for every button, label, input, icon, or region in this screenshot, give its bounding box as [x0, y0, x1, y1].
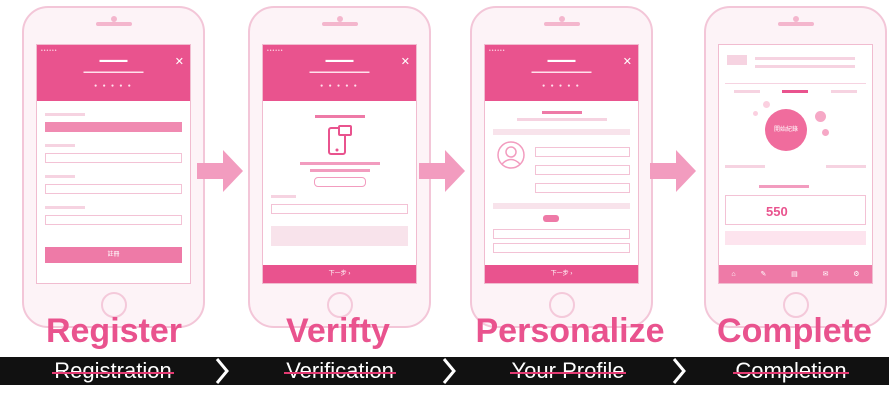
bubble	[763, 101, 770, 108]
avatar-icon[interactable]	[497, 141, 525, 169]
close-icon[interactable]: ✕	[401, 55, 410, 68]
phone-verify: •••••• ▬▬▬▬ ✕ ▬▬▬▬▬▬▬▬▬▬▬▬ ● ● ● ● ● 下一步…	[248, 6, 431, 328]
birthday-field[interactable]	[535, 183, 630, 193]
name-field[interactable]	[535, 147, 630, 157]
gender-row[interactable]	[493, 215, 630, 223]
arrow-icon	[419, 150, 465, 192]
last-record-card[interactable]: 550	[725, 195, 866, 225]
speaker	[95, 22, 132, 26]
resend-button[interactable]	[313, 177, 366, 187]
home-icon[interactable]: ⌂	[731, 271, 735, 278]
tab[interactable]	[782, 90, 809, 93]
next-button[interactable]: 下一步 ›	[263, 265, 416, 283]
phone-icon	[327, 125, 352, 155]
tab[interactable]	[734, 90, 761, 93]
verify-button[interactable]	[271, 226, 408, 246]
nickname-field[interactable]	[535, 165, 630, 175]
profile-screen: •••••• ▬▬▬▬ ✕ ▬▬▬▬▬▬▬▬▬▬▬▬ ● ● ● ● ● 下一步…	[484, 44, 639, 284]
close-icon[interactable]: ✕	[175, 55, 184, 68]
email-field[interactable]	[45, 153, 182, 163]
confirm-password-field[interactable]	[45, 215, 182, 225]
start-record-button[interactable]: 開始紀錄	[765, 109, 807, 151]
caption-registration: Registration	[52, 358, 175, 383]
next-button[interactable]: 下一步 ›	[485, 265, 638, 283]
arrow-icon	[197, 150, 243, 192]
edit-icon[interactable]: ✎	[760, 270, 766, 278]
speaker	[543, 22, 580, 26]
chart-icon[interactable]: ▤	[791, 270, 798, 278]
register-screen: •••••• ▬▬▬▬ ✕ ▬▬▬▬▬▬▬▬▬▬▬▬ ● ● ● ● ● 註冊	[36, 44, 191, 284]
bubble	[753, 111, 758, 116]
step-label-verify: Verifty	[286, 312, 390, 350]
arrow-icon	[650, 150, 696, 192]
complete-screen: 開始紀錄 550 ⌂ ✎ ▤ ✉ ⚙	[718, 44, 873, 284]
speaker	[321, 22, 358, 26]
tab-bar	[723, 90, 868, 93]
tab[interactable]	[830, 90, 857, 93]
caption-verification: Verification	[284, 358, 396, 383]
step-label-complete: Complete	[717, 312, 872, 350]
phone-profile: •••••• ▬▬▬▬ ✕ ▬▬▬▬▬▬▬▬▬▬▬▬ ● ● ● ● ● 下一步…	[470, 6, 653, 328]
password-field[interactable]	[45, 184, 182, 194]
code-field[interactable]	[271, 204, 408, 214]
weight-field[interactable]	[493, 243, 630, 253]
country-field[interactable]	[45, 122, 182, 132]
caption-profile: Your Profile	[509, 358, 627, 383]
chevron-right-icon	[215, 358, 229, 384]
bubble	[815, 111, 826, 122]
speaker	[777, 22, 814, 26]
chevron-right-icon	[672, 358, 686, 384]
verify-screen: •••••• ▬▬▬▬ ✕ ▬▬▬▬▬▬▬▬▬▬▬▬ ● ● ● ● ● 下一步…	[262, 44, 417, 284]
caption-completion: Completion	[733, 358, 849, 383]
record-value: 550	[766, 204, 788, 219]
height-field[interactable]	[493, 229, 630, 239]
gear-icon[interactable]: ⚙	[853, 270, 859, 278]
mail-icon[interactable]: ✉	[823, 270, 829, 278]
screen-header: •••••• ▬▬▬▬ ✕ ▬▬▬▬▬▬▬▬▬▬▬▬ ● ● ● ● ●	[263, 45, 416, 101]
weather-bar	[725, 51, 866, 84]
screen-header: •••••• ▬▬▬▬ ✕ ▬▬▬▬▬▬▬▬▬▬▬▬ ● ● ● ● ●	[485, 45, 638, 101]
close-icon[interactable]: ✕	[623, 55, 632, 68]
ad-banner[interactable]	[725, 231, 866, 245]
bottom-nav: ⌂ ✎ ▤ ✉ ⚙	[719, 265, 872, 283]
chevron-right-icon	[442, 358, 456, 384]
phone-register: •••••• ▬▬▬▬ ✕ ▬▬▬▬▬▬▬▬▬▬▬▬ ● ● ● ● ● 註冊	[22, 6, 205, 328]
register-button[interactable]: 註冊	[45, 247, 182, 263]
phone-complete: 開始紀錄 550 ⌂ ✎ ▤ ✉ ⚙	[704, 6, 887, 328]
step-label-personalize: Personalize	[475, 312, 665, 350]
screen-header: •••••• ▬▬▬▬ ✕ ▬▬▬▬▬▬▬▬▬▬▬▬ ● ● ● ● ●	[37, 45, 190, 101]
bubble	[822, 129, 829, 136]
step-label-register: Register	[45, 312, 183, 350]
